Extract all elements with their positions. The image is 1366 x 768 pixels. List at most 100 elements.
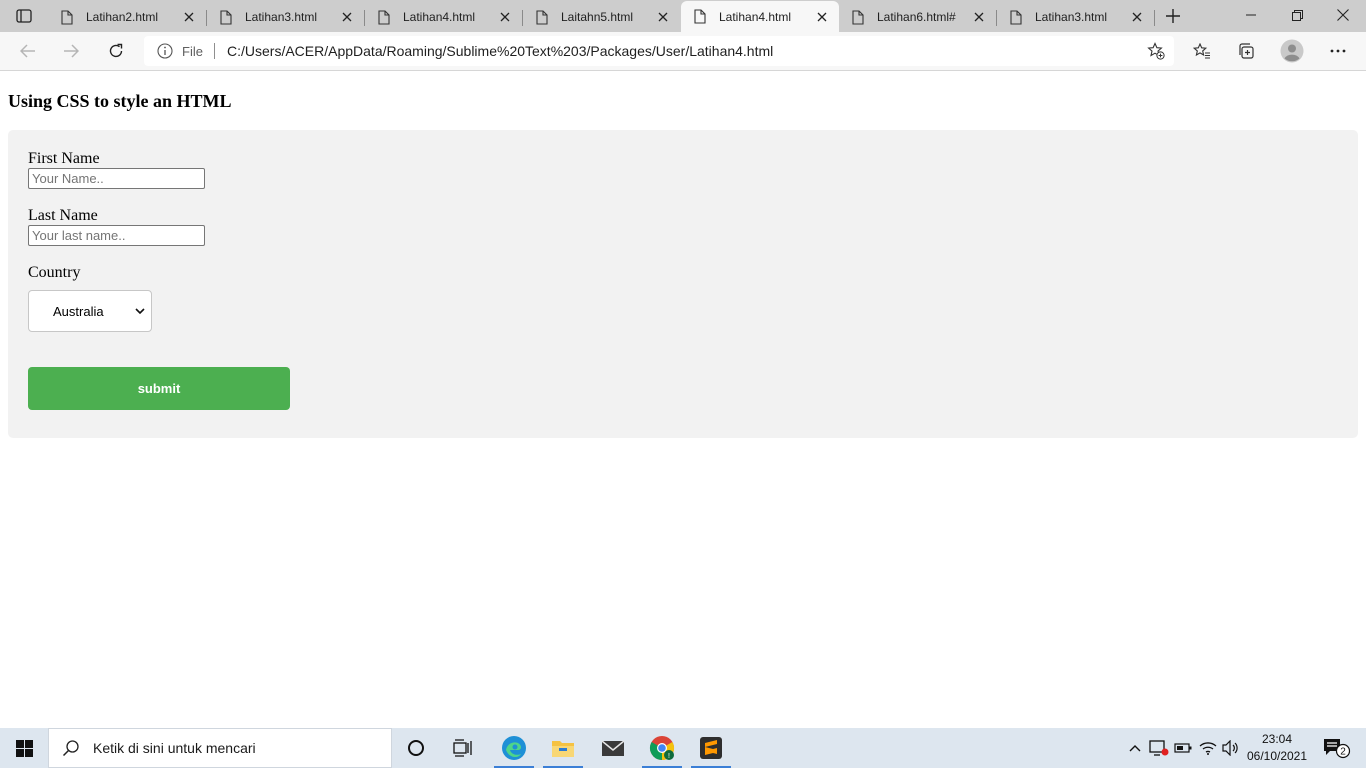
taskbar-search[interactable]: Ketik di sini untuk mencari	[48, 728, 392, 768]
chrome-taskbar-app[interactable]: !	[639, 728, 685, 768]
page-icon	[851, 9, 865, 25]
tab-latihan4[interactable]: Latihan4.html	[365, 2, 523, 32]
back-arrow-icon	[20, 44, 35, 58]
tab-title: Latihan6.html#	[877, 10, 956, 24]
first-name-input[interactable]	[28, 168, 205, 189]
sublime-text-icon	[700, 737, 722, 759]
notification-icon: 2	[1324, 739, 1351, 759]
wifi-tray-icon[interactable]	[1198, 738, 1218, 758]
edge-icon	[502, 736, 526, 760]
tab-actions-button[interactable]	[6, 4, 42, 28]
tab-title: Latihan4.html	[719, 9, 792, 24]
mail-icon	[601, 740, 625, 756]
last-name-input[interactable]	[28, 225, 205, 246]
tab-strip: Latihan2.html Latihan3.html Latihan4.htm…	[0, 0, 1366, 32]
wifi-icon	[1199, 742, 1217, 755]
address-divider	[214, 43, 215, 59]
close-tab-icon[interactable]	[178, 6, 200, 28]
tab-actions-icon	[16, 9, 32, 23]
avatar-icon	[1280, 39, 1304, 63]
page-icon	[219, 9, 233, 25]
speaker-icon	[1222, 740, 1238, 756]
more-dots-icon	[1330, 49, 1346, 53]
chrome-icon: !	[649, 736, 675, 760]
system-clock[interactable]: 23:04 06/10/2021	[1242, 731, 1312, 765]
tab-title: Latihan4.html	[403, 10, 476, 24]
tab-title: Latihan3.html	[1035, 10, 1108, 24]
show-hidden-icons-chevron[interactable]	[1125, 738, 1145, 758]
tab-title: Latihan3.html	[245, 10, 318, 24]
clock-date: 06/10/2021	[1246, 749, 1308, 763]
cortana-button[interactable]	[393, 728, 439, 768]
monitor-alert-icon	[1149, 740, 1169, 756]
tab-title: Latihan2.html	[86, 10, 159, 24]
favorites-button[interactable]	[1187, 37, 1217, 65]
refresh-button[interactable]	[101, 37, 131, 65]
volume-tray-icon[interactable]	[1221, 738, 1241, 758]
tab-separator	[1154, 10, 1155, 26]
tab-latihan3[interactable]: Latihan3.html	[207, 2, 365, 32]
form-container: First Name Last Name Country Australia s…	[8, 130, 1358, 438]
close-tab-icon[interactable]	[336, 6, 358, 28]
start-button[interactable]	[0, 728, 48, 768]
new-tab-button[interactable]	[1160, 4, 1186, 28]
file-explorer-taskbar-app[interactable]	[540, 728, 586, 768]
submit-button[interactable]: submit	[28, 367, 290, 410]
task-view-button[interactable]	[440, 728, 486, 768]
page-icon	[1009, 9, 1023, 25]
chevron-up-icon	[1129, 745, 1141, 752]
notification-count: 2	[1340, 747, 1346, 758]
plus-icon	[1166, 9, 1180, 23]
close-tab-icon[interactable]	[811, 6, 833, 28]
mail-taskbar-app[interactable]	[590, 728, 636, 768]
close-tab-icon[interactable]	[1126, 6, 1148, 28]
page-heading: Using CSS to style an HTML	[8, 91, 232, 111]
close-tab-icon[interactable]	[652, 6, 674, 28]
tab-latihan2[interactable]: Latihan2.html	[48, 2, 207, 32]
restore-icon	[1291, 9, 1303, 21]
battery-tray-icon[interactable]	[1173, 738, 1193, 758]
favorites-star-icon	[1193, 43, 1210, 59]
page-icon	[693, 9, 707, 25]
profile-button[interactable]	[1277, 37, 1307, 65]
page-icon	[60, 9, 74, 25]
country-label: Country	[28, 264, 81, 281]
country-select[interactable]: Australia	[28, 290, 152, 332]
close-icon	[1337, 9, 1349, 21]
close-window-button[interactable]	[1320, 0, 1366, 30]
tab-latihan3-second[interactable]: Latihan3.html	[997, 2, 1155, 32]
folder-icon	[552, 741, 574, 757]
search-icon	[61, 738, 81, 758]
chevron-down-icon	[135, 307, 145, 315]
forward-button[interactable]	[56, 37, 86, 65]
tab-latihan4-active[interactable]: Latihan4.html	[681, 1, 839, 32]
tab-title: Laitahn5.html	[561, 10, 634, 24]
minimize-button[interactable]	[1228, 0, 1274, 30]
collections-button[interactable]	[1231, 37, 1261, 65]
add-favorite-icon[interactable]	[1146, 42, 1166, 60]
page-icon	[535, 9, 549, 25]
tab-latihan6[interactable]: Latihan6.html#	[839, 2, 997, 32]
back-button[interactable]	[13, 37, 43, 65]
action-center-button[interactable]: 2	[1322, 737, 1352, 759]
restore-button[interactable]	[1274, 0, 1320, 30]
battery-icon	[1174, 743, 1192, 753]
info-icon[interactable]	[156, 43, 174, 59]
task-view-icon	[453, 739, 472, 757]
forward-arrow-icon	[64, 44, 79, 58]
minimize-icon	[1246, 14, 1256, 16]
sublime-text-taskbar-app[interactable]	[688, 728, 734, 768]
url-text[interactable]: C:/Users/ACER/AppData/Roaming/Sublime%20…	[227, 43, 773, 59]
security-tray-icon[interactable]	[1149, 738, 1169, 758]
search-placeholder: Ketik di sini untuk mencari	[93, 740, 256, 756]
web-page: Using CSS to style an HTML First Name La…	[0, 72, 1366, 728]
edge-taskbar-app[interactable]	[491, 728, 537, 768]
settings-more-button[interactable]	[1323, 37, 1353, 65]
windows-logo-icon	[15, 739, 33, 757]
page-icon	[377, 9, 391, 25]
address-bar[interactable]: File C:/Users/ACER/AppData/Roaming/Subli…	[144, 36, 1174, 66]
close-tab-icon[interactable]	[968, 6, 990, 28]
taskbar: Ketik di sini untuk mencari ! 23:04 06/1…	[0, 728, 1366, 768]
tab-laitahn5[interactable]: Laitahn5.html	[523, 2, 680, 32]
close-tab-icon[interactable]	[494, 6, 516, 28]
